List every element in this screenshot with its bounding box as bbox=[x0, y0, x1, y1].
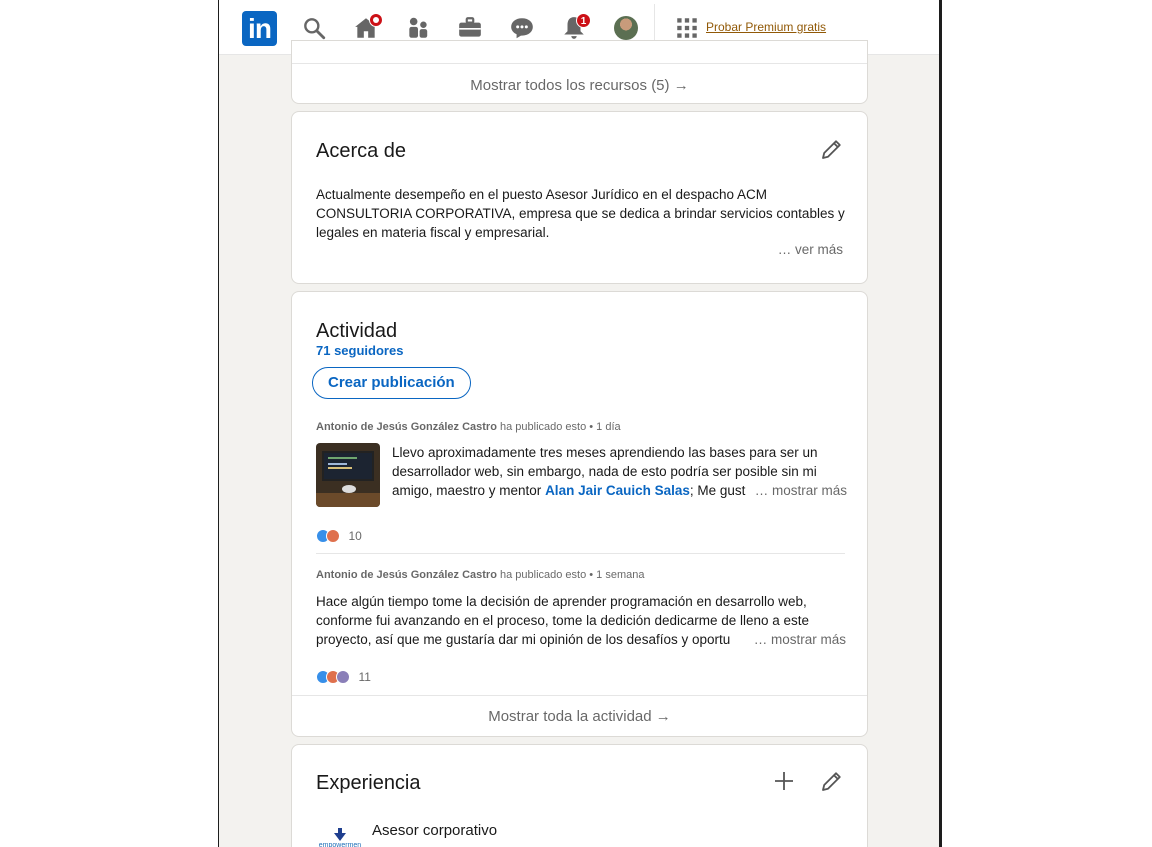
profile-avatar[interactable] bbox=[614, 16, 638, 40]
activity-title: Actividad bbox=[316, 320, 398, 342]
job-title[interactable]: Asesor corporativo bbox=[372, 822, 497, 839]
monitor-shape bbox=[322, 451, 374, 481]
linkedin-logo[interactable]: in bbox=[242, 11, 277, 46]
post-meta: Antonio de Jesús González Castro ha publ… bbox=[316, 421, 621, 433]
love-reaction-icon bbox=[326, 528, 340, 543]
edit-pencil-icon[interactable] bbox=[820, 769, 844, 793]
about-card: Acerca de Actualmente desempeño en el pu… bbox=[291, 111, 868, 284]
post-text: Hace algún tiempo tome la decisión de ap… bbox=[316, 592, 846, 649]
post-author[interactable]: Antonio de Jesús González Castro bbox=[316, 569, 497, 581]
linkedin-window: in 1 Probar Premium gratis Mostrar todos… bbox=[218, 0, 942, 847]
divider bbox=[292, 63, 867, 64]
post-author[interactable]: Antonio de Jesús González Castro bbox=[316, 421, 497, 433]
post-text: Llevo aproximadamente tres meses aprendi… bbox=[392, 443, 847, 500]
company-logo[interactable]: empowermen bbox=[316, 825, 364, 847]
monitor-stand bbox=[342, 485, 356, 493]
about-title: Acerca de bbox=[316, 140, 407, 162]
post-action: ha publicado esto • 1 semana bbox=[499, 569, 645, 581]
reaction-count: 11 bbox=[358, 669, 371, 684]
post-action: ha publicado esto • 1 día bbox=[499, 421, 621, 433]
reaction-count: 10 bbox=[348, 528, 362, 543]
resources-card: Mostrar todos los recursos (5) → bbox=[291, 40, 868, 104]
home-badge-dot bbox=[373, 17, 379, 23]
experience-card: Experiencia empowermen Asesor corporativ… bbox=[291, 744, 868, 847]
post-see-more[interactable]: … mostrar más bbox=[755, 481, 847, 500]
company-logo-text: empowermen bbox=[318, 842, 362, 847]
post-thumbnail[interactable] bbox=[316, 443, 380, 507]
post-meta: Antonio de Jesús González Castro ha publ… bbox=[316, 569, 645, 581]
followers-count[interactable]: 71 seguidores bbox=[316, 343, 403, 358]
mention-link[interactable]: Alan Jair Cauich Salas bbox=[545, 483, 690, 498]
home-badge bbox=[369, 13, 383, 27]
post-reactions[interactable]: 11 bbox=[316, 668, 371, 684]
show-all-activity-button[interactable]: Mostrar toda la actividad → bbox=[292, 708, 867, 725]
code-line bbox=[328, 463, 348, 465]
messaging-icon[interactable] bbox=[509, 15, 535, 41]
divider bbox=[292, 695, 867, 696]
about-see-more[interactable]: … ver más bbox=[778, 242, 843, 257]
divider bbox=[316, 553, 845, 554]
code-line bbox=[328, 467, 352, 469]
search-icon[interactable] bbox=[301, 15, 327, 41]
my-network-icon[interactable] bbox=[405, 15, 431, 41]
show-all-resources-button[interactable]: Mostrar todos los recursos (5) → bbox=[292, 77, 867, 94]
post-see-more[interactable]: … mostrar más bbox=[754, 630, 846, 649]
post-text-tail: ; Me gust bbox=[689, 483, 746, 498]
company-logo-mark bbox=[334, 828, 346, 841]
code-line bbox=[328, 457, 357, 459]
edit-pencil-icon[interactable] bbox=[820, 137, 844, 161]
activity-card: Actividad 71 seguidores Crear publicació… bbox=[291, 291, 868, 737]
apps-grid-icon[interactable] bbox=[674, 15, 700, 41]
desk-shape bbox=[316, 493, 380, 507]
notifications-badge: 1 bbox=[576, 13, 591, 28]
insightful-reaction-icon bbox=[336, 669, 350, 684]
post-text-body: Hace algún tiempo tome la decisión de ap… bbox=[316, 594, 810, 647]
jobs-icon[interactable] bbox=[457, 15, 483, 41]
post-reactions[interactable]: 10 bbox=[316, 527, 362, 543]
try-premium-link[interactable]: Probar Premium gratis bbox=[706, 20, 826, 34]
create-post-button[interactable]: Crear publicación bbox=[312, 367, 471, 399]
add-plus-icon[interactable] bbox=[772, 769, 796, 793]
experience-title: Experiencia bbox=[316, 772, 421, 794]
about-text: Actualmente desempeño en el puesto Aseso… bbox=[316, 187, 845, 240]
